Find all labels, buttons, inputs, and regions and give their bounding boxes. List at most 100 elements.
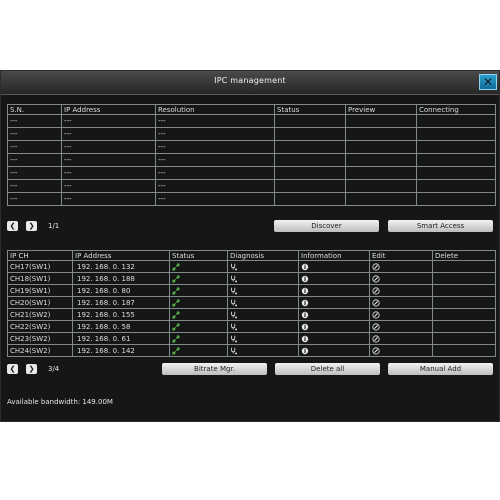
- bitrate-manager-button[interactable]: Bitrate Mgr.: [162, 363, 267, 375]
- top-next-page-button[interactable]: ❯: [26, 221, 37, 231]
- table-row[interactable]: --- --- ---: [7, 127, 496, 141]
- edit-icon[interactable]: [372, 346, 380, 355]
- table-cell: [416, 153, 496, 167]
- delete-cell[interactable]: [432, 296, 496, 309]
- table-row[interactable]: CH17(SW1) 192. 168. 0. 132: [7, 260, 496, 273]
- available-bandwidth: Available bandwidth: 149.00M: [7, 398, 113, 406]
- edit-icon[interactable]: [372, 286, 380, 295]
- information-cell: [298, 272, 370, 285]
- stethoscope-icon[interactable]: [230, 347, 238, 355]
- info-icon[interactable]: [301, 323, 309, 331]
- table-cell: ---: [155, 127, 275, 141]
- column-header-preview[interactable]: Preview: [345, 104, 417, 115]
- edit-icon[interactable]: [372, 262, 380, 271]
- link-icon[interactable]: [172, 322, 180, 331]
- column-header-sn[interactable]: S.N.: [7, 104, 62, 115]
- edit-icon[interactable]: [372, 274, 380, 283]
- column-header-connecting[interactable]: Connecting: [416, 104, 496, 115]
- stethoscope-icon[interactable]: [230, 335, 238, 343]
- column-header-status[interactable]: Status: [274, 104, 346, 115]
- link-icon[interactable]: [172, 310, 180, 319]
- stethoscope-icon[interactable]: [230, 263, 238, 271]
- table-row[interactable]: --- --- ---: [7, 166, 496, 180]
- table-cell: ---: [155, 153, 275, 167]
- table-row[interactable]: CH23(SW2) 192. 168. 0. 61: [7, 332, 496, 345]
- stethoscope-icon[interactable]: [230, 287, 238, 295]
- delete-cell[interactable]: [432, 272, 496, 285]
- column-header-edit[interactable]: Edit: [369, 250, 433, 261]
- ip-channel-cell: CH17(SW1): [7, 260, 73, 273]
- table-cell: ---: [61, 179, 156, 193]
- column-header-resolution[interactable]: Resolution: [155, 104, 275, 115]
- info-icon[interactable]: [301, 299, 309, 307]
- info-icon[interactable]: [301, 335, 309, 343]
- bottom-prev-page-button[interactable]: ❮: [7, 364, 18, 374]
- table-row[interactable]: --- --- ---: [7, 114, 496, 128]
- table-cell: [416, 114, 496, 128]
- delete-cell[interactable]: [432, 320, 496, 333]
- table-row[interactable]: CH21(SW2) 192. 168. 0. 155: [7, 308, 496, 321]
- discover-button[interactable]: Discover: [274, 220, 379, 232]
- column-header-information[interactable]: Information: [298, 250, 370, 261]
- table-row[interactable]: CH22(SW2) 192. 168. 0. 58: [7, 320, 496, 333]
- edit-icon[interactable]: [372, 334, 380, 343]
- table-cell: [416, 192, 496, 206]
- delete-cell[interactable]: [432, 344, 496, 357]
- link-icon[interactable]: [172, 262, 180, 271]
- table-cell: [274, 114, 346, 128]
- info-icon[interactable]: [301, 347, 309, 355]
- ip-address-cell: 192. 168. 0. 61: [72, 332, 170, 345]
- stethoscope-icon[interactable]: [230, 299, 238, 307]
- info-icon[interactable]: [301, 275, 309, 283]
- table-row[interactable]: --- --- ---: [7, 179, 496, 193]
- table-row[interactable]: CH19(SW1) 192. 168. 0. 80: [7, 284, 496, 297]
- column-header-delete[interactable]: Delete: [432, 250, 496, 261]
- edit-icon[interactable]: [372, 322, 380, 331]
- delete-all-button[interactable]: Delete all: [275, 363, 380, 375]
- table-row[interactable]: CH20(SW1) 192. 168. 0. 187: [7, 296, 496, 309]
- info-icon[interactable]: [301, 311, 309, 319]
- delete-cell[interactable]: [432, 260, 496, 273]
- table-row[interactable]: CH18(SW1) 192. 168. 0. 188: [7, 272, 496, 285]
- bottom-next-page-button[interactable]: ❯: [26, 364, 37, 374]
- edit-icon[interactable]: [372, 310, 380, 319]
- table-cell: [416, 179, 496, 193]
- top-prev-page-button[interactable]: ❮: [7, 221, 18, 231]
- delete-cell[interactable]: [432, 308, 496, 321]
- table-row[interactable]: --- --- ---: [7, 192, 496, 206]
- stethoscope-icon[interactable]: [230, 275, 238, 283]
- diagnosis-cell: [227, 260, 299, 273]
- link-icon[interactable]: [172, 286, 180, 295]
- link-icon[interactable]: [172, 334, 180, 343]
- manual-add-button[interactable]: Manual Add: [388, 363, 493, 375]
- link-icon[interactable]: [172, 346, 180, 355]
- link-icon[interactable]: [172, 274, 180, 283]
- column-header-ip-ch[interactable]: IP CH: [7, 250, 73, 261]
- column-header-ip-address[interactable]: IP Address: [61, 104, 156, 115]
- table-cell: [274, 140, 346, 154]
- edit-cell: [369, 284, 433, 297]
- ip-channel-cell: CH24(SW2): [7, 344, 73, 357]
- table-row[interactable]: CH24(SW2) 192. 168. 0. 142: [7, 344, 496, 357]
- close-button[interactable]: ✕: [479, 74, 497, 90]
- table-cell: [274, 166, 346, 180]
- column-header-ip-address[interactable]: IP Address: [72, 250, 170, 261]
- info-icon[interactable]: [301, 287, 309, 295]
- table-row[interactable]: --- --- ---: [7, 153, 496, 167]
- discovered-devices-table: S.N. IP Address Resolution Status Previe…: [7, 104, 496, 206]
- info-icon[interactable]: [301, 263, 309, 271]
- link-icon[interactable]: [172, 298, 180, 307]
- stethoscope-icon[interactable]: [230, 311, 238, 319]
- table-row[interactable]: --- --- ---: [7, 140, 496, 154]
- window-title: IPC management: [214, 76, 286, 85]
- column-header-diagnosis[interactable]: Diagnosis: [227, 250, 299, 261]
- smart-access-button[interactable]: Smart Access: [388, 220, 493, 232]
- delete-cell[interactable]: [432, 284, 496, 297]
- delete-cell[interactable]: [432, 332, 496, 345]
- stethoscope-icon[interactable]: [230, 323, 238, 331]
- column-header-status[interactable]: Status: [169, 250, 228, 261]
- ip-address-cell: 192. 168. 0. 80: [72, 284, 170, 297]
- edit-icon[interactable]: [372, 298, 380, 307]
- ip-channel-cell: CH19(SW1): [7, 284, 73, 297]
- table-cell: [274, 127, 346, 141]
